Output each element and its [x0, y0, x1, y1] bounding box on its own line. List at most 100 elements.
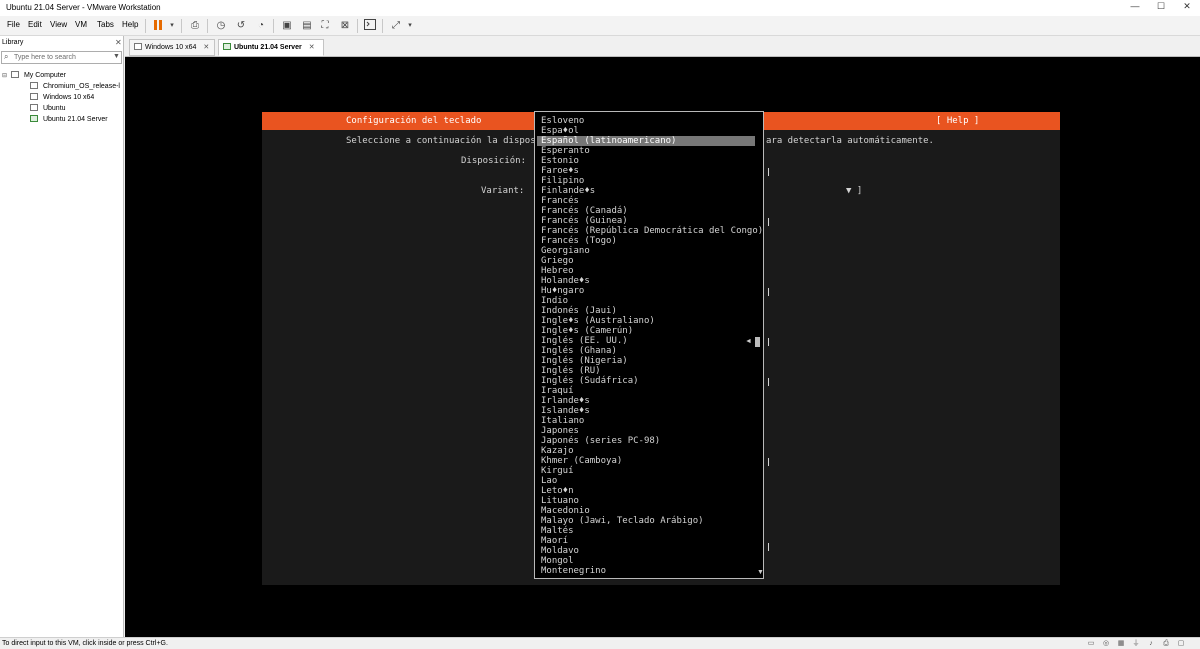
console-view-icon[interactable]: ▣: [280, 19, 294, 33]
dropdown-option[interactable]: Filipino: [541, 176, 584, 186]
dropdown-option[interactable]: Moldavo: [541, 546, 579, 556]
tree-item-vm[interactable]: Ubuntu: [30, 104, 66, 112]
dropdown-option[interactable]: Holande♦s: [541, 276, 590, 286]
dropdown-option[interactable]: Inglés (Nigeria): [541, 356, 628, 366]
dropdown-scrollbar[interactable]: ▼ ◄: [745, 114, 764, 576]
collapse-icon[interactable]: ⊟: [2, 73, 7, 79]
fullscreen-icon[interactable]: ⛶: [318, 19, 332, 33]
scroll-thumb[interactable]: [755, 337, 760, 347]
snapshot-icon[interactable]: ◷: [214, 19, 228, 33]
revert-snapshot-icon[interactable]: ↺: [234, 19, 248, 33]
tree-item-vm[interactable]: Chromium_OS_release-l: [30, 82, 122, 90]
dropdown-option-selected[interactable]: Español (latinoamericano): [537, 136, 755, 146]
dropdown-option[interactable]: Mongol: [541, 556, 574, 566]
dropdown-option[interactable]: Francés: [541, 196, 579, 206]
dropdown-option[interactable]: Inglés (Ghana): [541, 346, 617, 356]
manage-snapshots-icon[interactable]: ◔: [254, 19, 268, 33]
dropdown-option[interactable]: Francés (Canadá): [541, 206, 628, 216]
dropdown-option[interactable]: Kirguí: [541, 466, 574, 476]
scroll-down-arrow[interactable]: ▼: [757, 569, 764, 576]
tab-close-icon[interactable]: ✕: [309, 44, 315, 51]
dropdown-option[interactable]: Inglés (Sudáfrica): [541, 376, 639, 386]
help-button[interactable]: [ Help ]: [936, 116, 979, 126]
dropdown-option[interactable]: Faroe♦s: [541, 166, 579, 176]
dropdown-option[interactable]: Esperanto: [541, 146, 590, 156]
dropdown-option[interactable]: Italiano: [541, 416, 584, 426]
close-button[interactable]: ✕: [1174, 1, 1200, 15]
printer-icon[interactable]: ⎙: [1161, 639, 1171, 648]
dropdown-option[interactable]: Iraquí: [541, 386, 574, 396]
dropdown-option[interactable]: Leto♦n: [541, 486, 574, 496]
dropdown-option[interactable]: Japones: [541, 426, 579, 436]
dropdown-option[interactable]: Irlande♦s: [541, 396, 590, 406]
unity-view-icon[interactable]: ▤: [300, 19, 314, 33]
autofit-icon[interactable]: ⤢: [389, 19, 403, 33]
menu-view[interactable]: View: [50, 20, 67, 29]
tab-strip: Windows 10 x64 ✕ Ubuntu 21.04 Server ✕: [125, 36, 1200, 57]
vm-console[interactable]: Configuración del teclado [ Help ] Selec…: [125, 57, 1200, 637]
dropdown-option[interactable]: Islande♦s: [541, 406, 590, 416]
dropdown-option[interactable]: Indio: [541, 296, 568, 306]
stretch-icon[interactable]: ⊠: [338, 19, 352, 33]
dropdown-option[interactable]: Esloveno: [541, 116, 584, 126]
dropdown-arrow-icon[interactable]: ▾: [165, 19, 179, 33]
dropdown-option[interactable]: Maorí: [541, 536, 568, 546]
dropdown-option[interactable]: Maltés: [541, 526, 574, 536]
keyboard-layout-dropdown[interactable]: Esloveno Espa♦ol Español (latinoamericano)…: [534, 111, 764, 579]
tree-item-vm-running[interactable]: Ubuntu 21.04 Server: [30, 115, 108, 123]
menu-vm[interactable]: VM: [75, 20, 87, 29]
tab-ubuntu-server[interactable]: Ubuntu 21.04 Server ✕: [218, 39, 324, 56]
sound-icon[interactable]: ♪: [1146, 639, 1156, 648]
cdrom-icon[interactable]: ◎: [1101, 639, 1111, 648]
usb-icon[interactable]: ⏚: [1131, 639, 1141, 648]
tab-close-icon[interactable]: ✕: [203, 44, 209, 51]
computer-icon: [10, 71, 19, 78]
minimize-button[interactable]: —: [1122, 1, 1148, 15]
tree-item-my-computer[interactable]: ⊟ My Computer: [2, 71, 66, 79]
dropdown-option[interactable]: Francés (Guinea): [541, 216, 628, 226]
dropdown-option[interactable]: Malayo (Jawi, Teclado Arábigo): [541, 516, 704, 526]
menu-tabs[interactable]: Tabs: [97, 20, 114, 29]
field-edge: [768, 543, 769, 551]
dropdown-option[interactable]: Hu♦ngaro: [541, 286, 584, 296]
dropdown-option[interactable]: Griego: [541, 256, 574, 266]
tree-item-vm[interactable]: Windows 10 x64: [30, 93, 94, 101]
dropdown-option[interactable]: Inglés (RU): [541, 366, 601, 376]
dropdown-option[interactable]: Khmer (Camboya): [541, 456, 622, 466]
network-icon[interactable]: ▦: [1116, 639, 1126, 648]
menu-edit[interactable]: Edit: [28, 20, 42, 29]
autofit-dropdown-icon[interactable]: ▾: [403, 19, 417, 33]
dropdown-option[interactable]: Georgiano: [541, 246, 590, 256]
send-ctrl-alt-del-icon[interactable]: ⎙: [188, 19, 202, 33]
dropdown-option[interactable]: Indonés (Jaui): [541, 306, 617, 316]
terminal-icon[interactable]: [363, 19, 377, 33]
hdd-icon[interactable]: ▭: [1086, 639, 1096, 648]
dropdown-option[interactable]: Macedonio: [541, 506, 590, 516]
dropdown-option[interactable]: Inglés (EE. UU.): [541, 336, 628, 346]
dropdown-option[interactable]: Hebreo: [541, 266, 574, 276]
dropdown-option[interactable]: Ingle♦s (Australiano): [541, 316, 655, 326]
variant-dropdown-arrow[interactable]: ▼ ]: [846, 186, 862, 196]
dropdown-option[interactable]: Finlande♦s: [541, 186, 595, 196]
dropdown-option[interactable]: Japonés (series PC-98): [541, 436, 660, 446]
library-close-icon[interactable]: ✕: [115, 38, 122, 47]
maximize-button[interactable]: ☐: [1148, 1, 1174, 15]
search-dropdown-icon[interactable]: ▼: [113, 53, 120, 60]
tree-item-label: My Computer: [23, 72, 66, 79]
dropdown-option[interactable]: Lao: [541, 476, 557, 486]
display-icon[interactable]: ▢: [1176, 639, 1186, 648]
dropdown-option[interactable]: Montenegrino: [541, 566, 606, 576]
dropdown-option[interactable]: Lituano: [541, 496, 579, 506]
dropdown-option[interactable]: Espa♦ol: [541, 126, 579, 136]
dropdown-option[interactable]: Ingle♦s (Camerún): [541, 326, 633, 336]
tab-windows-10[interactable]: Windows 10 x64 ✕: [129, 39, 215, 56]
dropdown-option[interactable]: Francés (Togo): [541, 236, 617, 246]
dropdown-option[interactable]: Kazajo: [541, 446, 574, 456]
menu-help[interactable]: Help: [122, 20, 138, 29]
pause-icon[interactable]: [151, 19, 165, 33]
menu-file[interactable]: File: [7, 20, 20, 29]
dropdown-option[interactable]: Francés (República Democrática del Congo…: [541, 226, 763, 236]
library-search-input[interactable]: ⌕ Type here to search ▼: [1, 51, 122, 64]
tab-label: Ubuntu 21.04 Server: [234, 44, 302, 51]
dropdown-option[interactable]: Estonio: [541, 156, 579, 166]
